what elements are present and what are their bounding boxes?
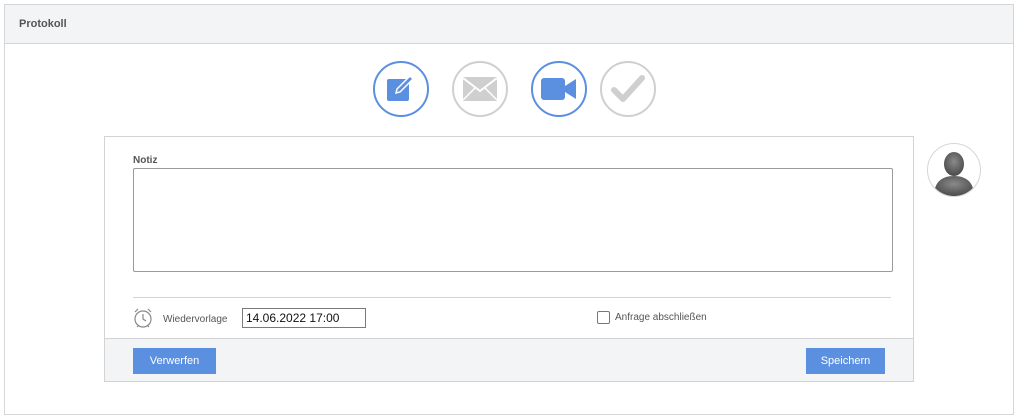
followup-datetime-input[interactable] [242,308,366,328]
video-camera-icon [541,78,576,100]
save-button[interactable]: Speichern [806,348,885,374]
type-video-button[interactable] [531,61,587,117]
note-label: Notiz [133,155,158,166]
note-textarea[interactable] [133,168,893,272]
close-request-label[interactable]: Anfrage abschließen [615,312,707,323]
type-note-button[interactable] [373,61,429,117]
type-done-button[interactable] [600,61,656,117]
close-request-checkbox[interactable] [597,311,610,324]
envelope-icon [462,77,498,101]
edit-icon [387,74,415,101]
discard-button[interactable]: Verwerfen [133,348,216,374]
checkmark-icon [611,75,645,102]
user-silhouette-icon [934,152,974,196]
followup-label: Wiedervorlage [163,314,228,325]
protocol-form: Notiz Wiedervorlage Anfrage abschließen … [104,136,914,382]
type-email-button[interactable] [452,61,508,117]
panel-title: Protokoll [19,18,67,30]
panel-header: Protokoll [5,5,1013,44]
alarm-clock-icon [134,308,152,328]
divider [133,297,891,298]
avatar [927,143,981,197]
form-footer: Verwerfen Speichern [105,338,913,381]
